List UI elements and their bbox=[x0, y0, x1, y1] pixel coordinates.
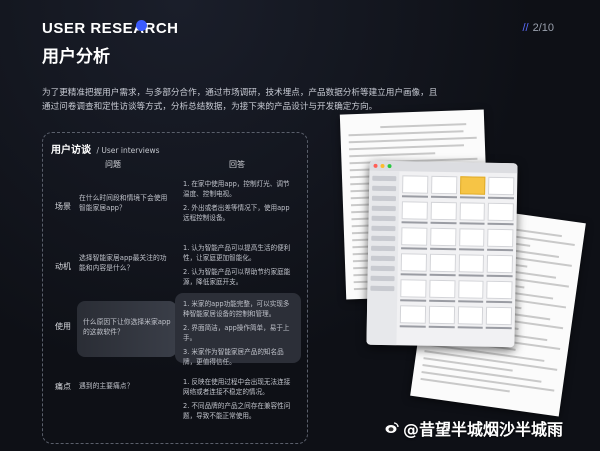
brand-dot-icon bbox=[136, 20, 147, 31]
document-icon bbox=[486, 306, 513, 326]
document-icon bbox=[486, 254, 513, 274]
answer-usage: 1. 米家的app功能完整，可以实现多种智能家居设备的控制和管理。 2. 界面简… bbox=[175, 293, 301, 366]
brand-label: USER RESEARCH bbox=[42, 20, 179, 37]
answer-motive: 1. 认为智能产品可以提高生活的便利性，让家庭更加智能化。 2. 认为智能产品可… bbox=[175, 237, 301, 297]
answer-scene: 1. 在家中使用app，控制灯光、调节温度、控制电视。 2. 外出或者出差等情况… bbox=[175, 173, 301, 233]
row-label-motive: 动机 bbox=[55, 262, 71, 271]
file-browser-image bbox=[366, 160, 518, 348]
page-indicator: //2/10 bbox=[522, 22, 554, 34]
question-pain: 遇到的主要痛点？ bbox=[79, 382, 134, 390]
document-icon bbox=[458, 228, 485, 247]
document-icon bbox=[457, 306, 484, 325]
document-icon bbox=[429, 253, 456, 273]
minimize-icon bbox=[380, 163, 385, 168]
document-icon bbox=[457, 280, 484, 299]
document-icon bbox=[400, 279, 427, 298]
document-icon bbox=[488, 176, 515, 196]
question-motive: 选择智能家居app最关注的功能和内容是什么？ bbox=[79, 254, 167, 272]
interviews-panel: 用户访谈 / User interviews 问题 回答 场景 在什么时间段和情… bbox=[42, 132, 308, 444]
answer-item: 1. 米家的app功能完整，可以实现多种智能家居设备的控制和管理。 bbox=[183, 300, 290, 318]
answer-item: 1. 在家中使用app，控制灯光、调节温度、控制电视。 bbox=[183, 180, 290, 198]
document-icon bbox=[428, 279, 456, 299]
answer-item: 3. 米家作为智能家居产品的知名品牌，更值得信任。 bbox=[183, 348, 284, 366]
document-icon bbox=[401, 201, 428, 220]
folder-icon bbox=[459, 176, 486, 195]
watermark-text: @昔望半城烟沙半城雨 bbox=[403, 420, 564, 439]
row-label-scene: 场景 bbox=[55, 202, 71, 211]
document-icon bbox=[458, 254, 485, 273]
answer-item: 2. 认为智能产品可以帮助节约家庭能源，降低家庭开支。 bbox=[183, 268, 291, 286]
document-icon bbox=[402, 175, 429, 194]
document-icon bbox=[459, 202, 486, 221]
document-icon bbox=[486, 280, 513, 300]
answer-pain: 1. 反映在使用过程中会出现无法连接网络或者连接不稳定的情况。 2. 不同品牌的… bbox=[175, 371, 301, 431]
document-icon bbox=[400, 253, 427, 272]
document-icon bbox=[429, 227, 456, 247]
document-icon bbox=[399, 305, 426, 324]
maximize-icon bbox=[387, 164, 392, 169]
document-icon bbox=[401, 227, 428, 246]
interviews-title-en: / User interviews bbox=[96, 146, 160, 155]
interviews-heading: 用户访谈 / User interviews bbox=[51, 141, 160, 156]
document-icon bbox=[428, 305, 455, 325]
answer-item: 2. 外出或者出差等情况下，使用app远程控制设备。 bbox=[183, 204, 290, 222]
document-icon bbox=[430, 175, 457, 195]
answer-item: 1. 认为智能产品可以提高生活的便利性，让家庭更加智能化。 bbox=[183, 244, 291, 262]
question-usage: 什么原因下让你选择米家app的这款软件？ bbox=[77, 301, 177, 357]
page-title: 用户分析 bbox=[42, 47, 110, 67]
document-icon bbox=[430, 201, 457, 221]
watermark: @昔望半城烟沙半城雨 bbox=[385, 416, 563, 440]
file-sidebar bbox=[366, 170, 400, 346]
answer-item: 2. 界面简洁，app操作简单，易于上手。 bbox=[183, 324, 290, 342]
file-grid bbox=[399, 175, 515, 330]
document-icon bbox=[487, 228, 514, 248]
answer-item: 2. 不同品牌的产品之间存在兼容性问题，导致不能正常使用。 bbox=[183, 402, 291, 420]
question-scene: 在什么时间段和情境下会使用智能家居app？ bbox=[79, 194, 168, 212]
row-label-pain: 痛点 bbox=[55, 382, 71, 391]
close-icon bbox=[373, 163, 378, 168]
answer-item: 1. 反映在使用过程中会出现无法连接网络或者连接不稳定的情况。 bbox=[183, 378, 291, 396]
interviews-title: 用户访谈 bbox=[51, 145, 91, 156]
document-icon bbox=[487, 202, 514, 222]
row-label-usage: 使用 bbox=[55, 322, 71, 331]
weibo-icon bbox=[385, 422, 399, 433]
column-answer: 回答 bbox=[229, 160, 245, 169]
page-number: 2/10 bbox=[532, 22, 554, 34]
column-question: 问题 bbox=[105, 160, 121, 169]
intro-text: 为了更精准把握用户需求，与多部分合作，通过市场调研，技术埋点，产品数据分析等建立… bbox=[42, 88, 438, 112]
